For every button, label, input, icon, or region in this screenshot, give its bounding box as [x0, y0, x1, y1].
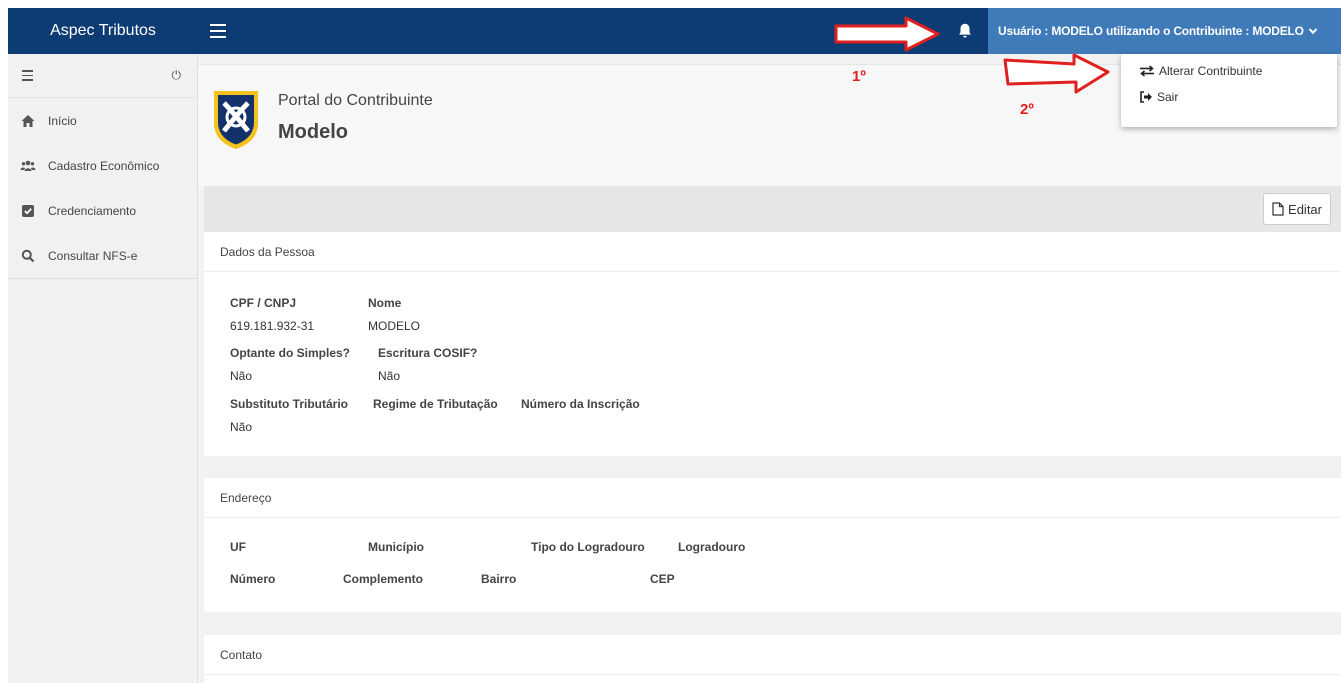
numero-label: Número: [230, 572, 276, 586]
nome-label: Nome: [368, 296, 402, 310]
users-icon: [20, 160, 36, 171]
sidebar-item-label: Início: [48, 113, 77, 128]
sidebar-item-cadastro-economico[interactable]: Cadastro Econômico: [8, 143, 197, 188]
annotation-arrow-2-icon: [1003, 53, 1110, 94]
edit-button[interactable]: Editar: [1263, 193, 1331, 225]
sidebar-tools: ⏻: [8, 54, 197, 98]
sidebar: ⏻ Início Cadastro Econômico Credenciamen…: [8, 54, 198, 683]
portal-title: Portal do Contribuinte: [278, 92, 433, 109]
dropdown-item-sair[interactable]: Sair: [1139, 90, 1178, 104]
uf-label: UF: [230, 540, 246, 554]
inscricao-label: Número da Inscrição: [521, 397, 640, 411]
card-title: Endereço: [204, 478, 1341, 518]
simples-label: Optante do Simples?: [230, 346, 351, 360]
top-navbar: Aspec Tributos Usuário : MODELO utilizan…: [8, 8, 1341, 54]
card-contato: Contato: [204, 635, 1341, 683]
sidebar-item-label: Consultar NFS-e: [48, 248, 138, 263]
municipio-label: Município: [368, 540, 424, 554]
card-title: Contato: [204, 635, 1341, 675]
nome-value: MODELO: [368, 319, 421, 333]
user-menu-label: Usuário : MODELO utilizando o Contribuin…: [998, 24, 1304, 38]
substituto-label: Substituto Tributário: [230, 397, 348, 411]
cpf-label: CPF / CNPJ: [230, 296, 297, 310]
sidebar-item-label: Credenciamento: [48, 203, 137, 218]
toolbar: Editar: [204, 186, 1341, 232]
dropdown-item-label: Alterar Contribuinte: [1159, 64, 1263, 78]
search-icon: [21, 249, 35, 262]
regime-label: Regime de Tributação: [373, 397, 498, 411]
bell-icon[interactable]: [956, 22, 974, 40]
portal-logo: [214, 91, 258, 149]
dropdown-item-label: Sair: [1157, 90, 1179, 104]
user-menu-button[interactable]: Usuário : MODELO utilizando o Contribuin…: [988, 8, 1341, 54]
logradouro-label: Logradouro: [678, 540, 746, 554]
sidebar-nav: Início Cadastro Econômico Credenciamento…: [8, 98, 197, 279]
complemento-label: Complemento: [343, 572, 424, 586]
sidebar-item-credenciamento[interactable]: Credenciamento: [8, 188, 197, 233]
annotation-arrow-1-icon: [834, 16, 940, 52]
sidebar-collapse-icon[interactable]: [22, 70, 33, 81]
sidebar-item-inicio[interactable]: Início: [8, 98, 197, 143]
main-content: Portal do Contribuinte Modelo Editar Dad…: [198, 54, 1341, 683]
simples-value: Não: [230, 369, 253, 383]
home-icon: [21, 114, 35, 127]
substituto-value: Não: [230, 420, 253, 434]
cosif-value: Não: [378, 369, 401, 383]
dropdown-item-alterar-contribuinte[interactable]: Alterar Contribuinte: [1139, 64, 1262, 78]
file-icon: [1272, 202, 1284, 216]
brand-title[interactable]: Aspec Tributos: [8, 8, 198, 54]
sidebar-item-label: Cadastro Econômico: [48, 158, 160, 173]
card-endereco: Endereço UF Município Tipo do Logradouro…: [204, 478, 1341, 612]
power-icon[interactable]: ⏻: [172, 68, 182, 83]
edit-button-label: Editar: [1288, 201, 1322, 217]
menu-toggle-icon[interactable]: [208, 20, 230, 42]
sidebar-item-consultar-nfse[interactable]: Consultar NFS-e: [8, 233, 197, 278]
cep-label: CEP: [650, 572, 675, 586]
sign-out-icon: [1140, 91, 1152, 103]
check-square-icon: [22, 204, 34, 217]
annotation-step-2: 2º: [1020, 101, 1034, 118]
card-title: Dados da Pessoa: [204, 232, 1341, 272]
user-dropdown-menu: Alterar Contribuinte Sair: [1121, 54, 1337, 127]
annotation-step-1: 1º: [852, 68, 866, 85]
cosif-label: Escritura COSIF?: [378, 346, 478, 360]
card-dados-pessoa: Dados da Pessoa CPF / CNPJ 619.181.932-3…: [204, 232, 1341, 456]
chevron-down-icon: [1308, 28, 1318, 35]
cpf-value: 619.181.932-31: [230, 319, 315, 333]
bairro-label: Bairro: [481, 572, 517, 586]
portal-name: Modelo: [278, 121, 348, 143]
tipo-logradouro-label: Tipo do Logradouro: [531, 540, 645, 554]
exchange-icon: [1140, 65, 1154, 77]
